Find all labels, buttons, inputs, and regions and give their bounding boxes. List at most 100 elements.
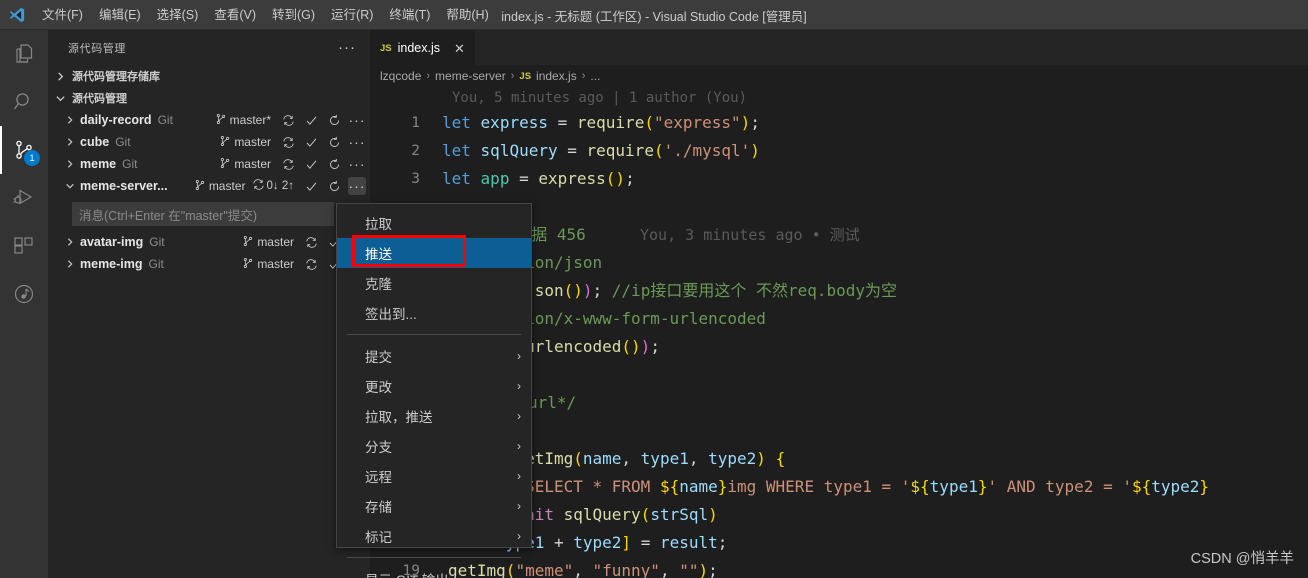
- menu-view[interactable]: 查看(V): [206, 3, 264, 27]
- ctx-item-pull-push[interactable]: 拉取，推送 ›: [337, 401, 531, 431]
- activity-search[interactable]: [0, 78, 48, 126]
- ctx-item-branch[interactable]: 分支 ›: [337, 431, 531, 461]
- music-note-icon: [12, 282, 36, 306]
- refresh-icon[interactable]: [325, 155, 343, 173]
- ctx-item-tags[interactable]: 标记 ›: [337, 521, 531, 551]
- activity-run-debug[interactable]: [0, 174, 48, 222]
- menu-run[interactable]: 运行(R): [323, 3, 381, 27]
- repo-row[interactable]: avatar-img Git master: [48, 231, 370, 253]
- ctx-label: 提交: [365, 350, 392, 365]
- ctx-item-push[interactable]: 推送: [337, 235, 531, 268]
- watermark: CSDN @悄羊羊: [1190, 551, 1294, 567]
- repo-name: meme-server...: [80, 179, 168, 193]
- close-icon[interactable]: ✕: [454, 42, 465, 55]
- sync-counts[interactable]: 0↓ 2↑: [252, 178, 294, 194]
- repo-desc: Git: [115, 135, 131, 149]
- ctx-item-stash[interactable]: 存储 ›: [337, 491, 531, 521]
- ctx-item-changes[interactable]: 更改 ›: [337, 371, 531, 401]
- sync-changes-icon[interactable]: [279, 133, 297, 151]
- code-line: 1 let express = require("express");: [370, 109, 1308, 137]
- git-context-menu[interactable]: 拉取 推送 克隆 签出到... 提交 › 更改 › 拉取，推送 › 分支 › 远…: [336, 203, 532, 578]
- commit-message-input[interactable]: 消息(Ctrl+Enter 在"master"提交): [72, 202, 334, 226]
- chevron-right-icon: ›: [426, 70, 431, 82]
- sync-changes-icon[interactable]: [279, 155, 297, 173]
- ctx-item-pull[interactable]: 拉取: [337, 208, 531, 238]
- menu-selection[interactable]: 选择(S): [149, 3, 207, 27]
- repo-desc: Git: [122, 157, 138, 171]
- vscode-logo-icon: [0, 0, 34, 30]
- repo-more-icon[interactable]: ···: [348, 111, 366, 129]
- repo-actions: ···: [279, 133, 366, 151]
- chevron-right-icon: [62, 234, 78, 250]
- commit-check-icon[interactable]: [302, 111, 320, 129]
- chevron-right-icon: ›: [517, 469, 521, 483]
- repo-row[interactable]: cube Git master ···: [48, 131, 370, 153]
- activity-music[interactable]: [0, 270, 48, 318]
- branch-indicator[interactable]: master: [242, 235, 294, 250]
- menu-go[interactable]: 转到(G): [264, 3, 323, 27]
- ctx-item-remote[interactable]: 远程 ›: [337, 461, 531, 491]
- chevron-right-icon: ›: [510, 70, 515, 82]
- commit-message-placeholder: 消息(Ctrl+Enter 在"master"提交): [79, 208, 257, 223]
- chevron-down-icon: [52, 90, 68, 106]
- branch-name: master: [257, 257, 294, 271]
- branch-indicator[interactable]: master: [242, 257, 294, 272]
- chevron-right-icon: ›: [517, 529, 521, 543]
- menu-file[interactable]: 文件(F): [34, 3, 91, 27]
- repo-row[interactable]: daily-record Git master* ···: [48, 109, 370, 131]
- refresh-icon[interactable]: [325, 111, 343, 129]
- repo-row[interactable]: meme-img Git master: [48, 253, 370, 275]
- activity-source-control[interactable]: 1: [0, 126, 48, 174]
- ctx-item-show-git-output[interactable]: 显示 GIT 输出: [337, 564, 531, 578]
- ctx-item-clone[interactable]: 克隆: [337, 268, 531, 298]
- ctx-label: 克隆: [365, 277, 392, 292]
- editor-tab-bar: JS index.js ✕: [370, 30, 1308, 65]
- sidebar-more-actions-icon[interactable]: ···: [332, 39, 362, 56]
- repo-more-icon-active[interactable]: ···: [348, 177, 366, 195]
- sync-changes-icon[interactable]: [302, 255, 320, 273]
- tab-index-js[interactable]: JS index.js ✕: [370, 30, 475, 65]
- repo-name: meme: [80, 157, 117, 171]
- ctx-label: 显示 GIT 输出: [365, 569, 449, 578]
- activity-extensions[interactable]: [0, 222, 48, 270]
- breadcrumb-item-meme-server[interactable]: meme-server: [435, 69, 506, 83]
- breadcrumb-item-more[interactable]: ...: [590, 69, 600, 83]
- branch-name: master: [234, 157, 271, 171]
- ctx-item-checkout-to[interactable]: 签出到...: [337, 298, 531, 328]
- branch-indicator[interactable]: master: [194, 179, 246, 194]
- sidebar-source-control: 源代码管理 ··· 源代码管理存储库 源代码管理 daily-record Gi…: [48, 30, 370, 578]
- commit-check-icon[interactable]: [302, 177, 320, 195]
- repo-row-active[interactable]: meme-server... master 0↓ 2↑ ···: [48, 175, 370, 197]
- git-branch-icon: [242, 257, 254, 272]
- branch-indicator[interactable]: master: [219, 157, 271, 172]
- repo-more-icon[interactable]: ···: [348, 133, 366, 151]
- refresh-icon[interactable]: [325, 177, 343, 195]
- menu-edit[interactable]: 编辑(E): [91, 3, 149, 27]
- title-bar: 文件(F) 编辑(E) 选择(S) 查看(V) 转到(G) 运行(R) 终端(T…: [0, 0, 1308, 30]
- branch-indicator[interactable]: master: [219, 135, 271, 150]
- repo-actions: ···: [279, 111, 366, 129]
- git-branch-icon: [194, 179, 206, 194]
- sidebar-section-repositories[interactable]: 源代码管理存储库: [48, 65, 370, 87]
- commit-check-icon[interactable]: [302, 133, 320, 151]
- repo-more-icon[interactable]: ···: [348, 155, 366, 173]
- breadcrumb-item-lzqcode[interactable]: lzqcode: [380, 69, 421, 83]
- repo-row[interactable]: meme Git master ···: [48, 153, 370, 175]
- repo-desc: Git: [148, 257, 164, 271]
- chevron-down-icon: [62, 178, 78, 194]
- sync-changes-icon[interactable]: [302, 233, 320, 251]
- menu-help[interactable]: 帮助(H): [438, 3, 496, 27]
- inline-blame: You, 3 minutes ago • 测试: [640, 226, 860, 244]
- ctx-item-commit[interactable]: 提交 ›: [337, 341, 531, 371]
- breadcrumb-item-index-js[interactable]: index.js: [536, 69, 577, 83]
- sync-changes-icon[interactable]: [279, 111, 297, 129]
- chevron-right-icon: ›: [517, 409, 521, 423]
- sidebar-section-scm[interactable]: 源代码管理: [48, 87, 370, 109]
- activity-explorer[interactable]: [0, 30, 48, 78]
- commit-check-icon[interactable]: [302, 155, 320, 173]
- refresh-icon[interactable]: [325, 133, 343, 151]
- git-branch-icon: [219, 135, 231, 150]
- branch-indicator[interactable]: master*: [215, 113, 271, 128]
- menu-terminal[interactable]: 终端(T): [381, 3, 438, 27]
- chevron-right-icon: ›: [581, 70, 586, 82]
